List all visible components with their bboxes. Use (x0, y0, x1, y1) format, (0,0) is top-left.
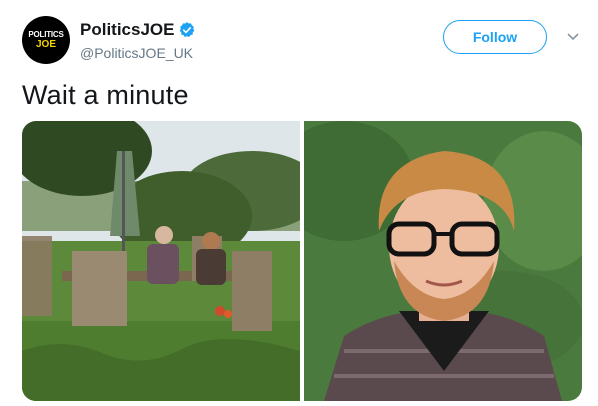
media-grid (22, 121, 582, 401)
display-name[interactable]: PoliticsJOE (80, 20, 174, 40)
display-name-row: PoliticsJOE (80, 20, 196, 40)
chevron-down-icon[interactable] (566, 30, 580, 44)
verified-badge-icon (180, 22, 195, 37)
avatar-line1: POLITICS (28, 29, 64, 39)
garden-photo[interactable] (22, 121, 300, 401)
avatar[interactable]: POLITICS JOE (22, 16, 70, 64)
follow-button[interactable]: Follow (443, 20, 547, 54)
tweet-text: Wait a minute (22, 80, 189, 110)
handle[interactable]: @PoliticsJOE_UK (80, 45, 196, 61)
portrait-photo[interactable] (304, 121, 582, 401)
author-names: PoliticsJOE @PoliticsJOE_UK (80, 20, 196, 61)
tweet-header: POLITICS JOE PoliticsJOE @PoliticsJOE_UK… (22, 16, 582, 66)
avatar-line2: JOE (35, 38, 56, 50)
